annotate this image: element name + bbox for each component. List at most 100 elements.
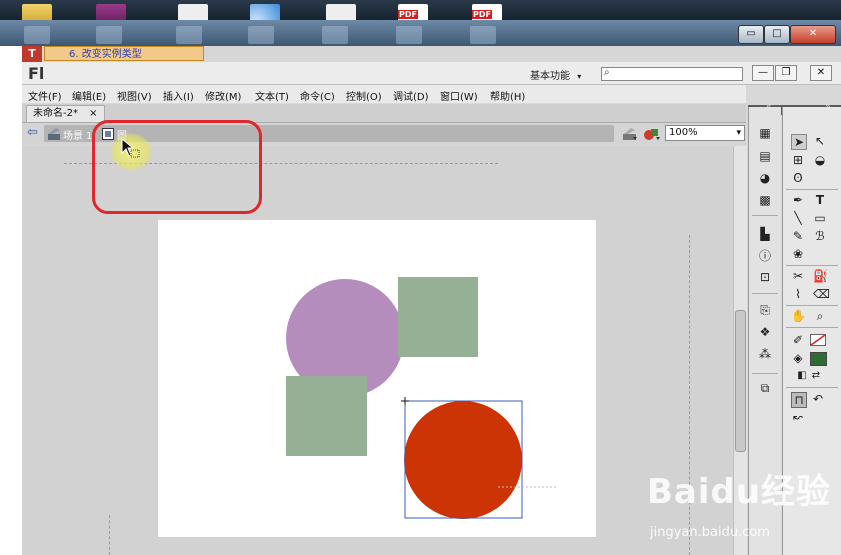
deco-tool-icon[interactable]: ❀ (791, 247, 805, 261)
edit-symbol-icon[interactable] (643, 126, 661, 142)
fill-swatch[interactable] (810, 352, 827, 366)
green-square-top[interactable] (398, 277, 478, 357)
workspace-switcher[interactable]: 基本功能 ▾ (530, 67, 581, 82)
lasso-tool-icon[interactable]: ʘ (791, 171, 805, 185)
ghost-icon (322, 26, 348, 44)
components-icon[interactable]: ❖ (758, 325, 772, 339)
search-icon: ⌕ (604, 67, 610, 78)
ghost-icon (396, 26, 422, 44)
app-close-button[interactable]: ✕ (810, 65, 832, 81)
chevron-down-icon: ▾ (577, 72, 582, 81)
free-transform-tool-icon[interactable]: ⊞ (791, 153, 805, 167)
stage-artwork (286, 277, 558, 519)
document-tab-label: 未命名-2* (33, 108, 78, 119)
actions-icon[interactable]: ⎘ (758, 303, 772, 317)
pencil-tool-icon[interactable]: ✎ (791, 229, 805, 243)
divider (786, 327, 838, 328)
pdf-label: PDF (472, 10, 492, 19)
zoom-value: 100% (669, 127, 698, 138)
motion-presets-icon[interactable]: ⁂ (758, 347, 772, 361)
eyedropper-tool-icon[interactable]: ⌇ (791, 287, 805, 301)
properties-icon[interactable]: ▦ (758, 126, 772, 140)
search-input[interactable]: ⌕ (601, 67, 743, 81)
fill-color-icon[interactable]: ◈ (791, 351, 805, 365)
brush-tool-icon[interactable]: ℬ (813, 229, 827, 243)
menu-modify[interactable]: 修改(M) (205, 88, 241, 103)
bone-tool-icon[interactable]: ✂ (791, 269, 805, 283)
tutorial-tab[interactable]: T 6. 改变实例类型 (22, 46, 204, 62)
info-icon[interactable]: ⓘ (758, 249, 772, 263)
align-icon[interactable]: ▙ (758, 227, 772, 241)
document-tab[interactable]: 未命名-2* × (26, 105, 105, 122)
back-arrow-icon[interactable]: ⇦ (27, 125, 38, 140)
swatches-icon[interactable]: ▩ (758, 193, 772, 207)
text-tool-icon[interactable]: T (813, 193, 827, 207)
scene-label[interactable]: 场景 1 (63, 127, 93, 142)
pen-tool-icon[interactable]: ✒ (791, 193, 805, 207)
selection-tool-icon[interactable]: ➤ (791, 134, 807, 150)
menu-commands[interactable]: 命令(C) (300, 88, 335, 103)
red-circle-symbol[interactable] (404, 401, 522, 519)
scene-icon (48, 128, 60, 140)
registration-point (401, 397, 409, 405)
tutorial-mark: T (22, 46, 42, 62)
watermark-logo: Baidu经验 (647, 472, 832, 512)
menu-control[interactable]: 控制(O) (346, 88, 382, 103)
divider (752, 215, 778, 216)
app-minimize-button[interactable]: — (752, 65, 774, 81)
zoom-tool-icon[interactable]: ⌕ (813, 309, 827, 323)
subselection-tool-icon[interactable]: ↖ (813, 134, 827, 148)
menu-edit[interactable]: 编辑(E) (72, 88, 106, 103)
eraser-tool-icon[interactable]: ⌫ (813, 287, 830, 301)
menu-view[interactable]: 视图(V) (117, 88, 152, 103)
pdf-label: PDF (398, 10, 418, 19)
watermark-url: jingyan.baidu.com (650, 525, 770, 540)
window-maximize-button[interactable]: □ (764, 25, 790, 44)
straighten-icon[interactable]: ↜ (791, 410, 805, 424)
mouse-pointer-icon (121, 138, 140, 158)
paint-bucket-tool-icon[interactable]: ⛽ (813, 269, 828, 283)
window-minimize-button[interactable]: ▭ (738, 25, 764, 44)
project-icon[interactable]: ⧉ (758, 381, 772, 395)
menu-insert[interactable]: 插入(I) (163, 88, 194, 103)
green-square-bottom[interactable] (286, 376, 367, 456)
workspace-label: 基本功能 (530, 71, 570, 82)
divider (752, 293, 778, 294)
close-icon[interactable]: × (89, 108, 97, 119)
hand-tool-icon[interactable]: ✋ (791, 309, 806, 323)
app-restore-button[interactable]: ❐ (775, 65, 797, 81)
line-tool-icon[interactable]: ╲ (791, 211, 805, 225)
ghost-icon (96, 26, 122, 44)
stroke-swatch[interactable] (810, 334, 826, 346)
smooth-icon[interactable]: ↶ (811, 392, 825, 406)
chevron-down-icon: ▾ (736, 128, 741, 138)
menu-window[interactable]: 窗口(W) (440, 88, 478, 103)
zoom-select[interactable]: 100% ▾ (665, 125, 745, 141)
divider (786, 189, 838, 190)
divider (786, 265, 838, 266)
menu-debug[interactable]: 调试(D) (393, 88, 429, 103)
snap-to-objects-icon[interactable]: ⊓ (791, 392, 807, 408)
divider (786, 387, 838, 388)
menu-file[interactable]: 文件(F) (28, 88, 62, 103)
stroke-color-icon[interactable]: ✐ (791, 333, 805, 347)
default-colors-icon[interactable]: ◧ (795, 369, 809, 383)
edit-scene-icon[interactable] (622, 126, 638, 142)
swap-colors-icon[interactable]: ⇄ (809, 369, 823, 383)
ghost-icon (176, 26, 202, 44)
transform-icon[interactable]: ⊡ (758, 270, 772, 284)
menu-text[interactable]: 文本(T) (255, 88, 289, 103)
color-icon[interactable]: ◕ (758, 171, 772, 185)
divider (786, 305, 838, 306)
menu-help[interactable]: 帮助(H) (490, 88, 525, 103)
library-icon[interactable]: ▤ (758, 149, 772, 163)
vertical-scrollbar-thumb[interactable] (735, 310, 746, 452)
window-close-button[interactable]: ✕ (790, 25, 836, 44)
rectangle-tool-icon[interactable]: ▭ (813, 211, 827, 225)
guide-line (109, 515, 110, 555)
3d-rotation-tool-icon[interactable]: ◒ (813, 153, 827, 167)
divider (752, 373, 778, 374)
outer-window-titlebar (0, 20, 841, 46)
tutorial-title: 6. 改变实例类型 (44, 46, 204, 61)
ghost-icon (248, 26, 274, 44)
